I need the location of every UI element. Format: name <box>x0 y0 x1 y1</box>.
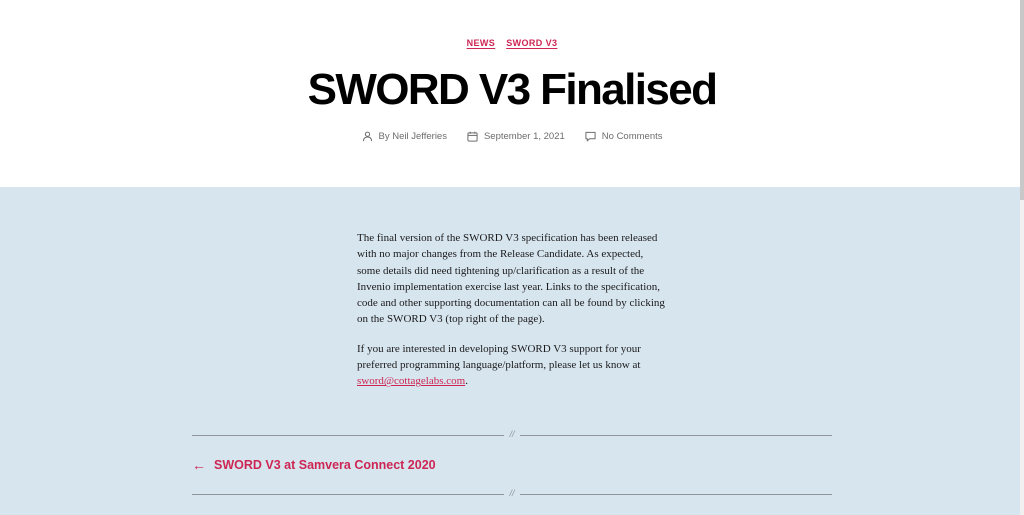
entry-header: NEWS SWORD V3 SWORD V3 Finalised By Neil… <box>0 0 1024 187</box>
separator-line-right <box>520 494 832 495</box>
category-news-link[interactable]: NEWS <box>467 38 496 48</box>
entry-content-area: The final version of the SWORD V3 specif… <box>0 187 1020 515</box>
separator-line-right <box>520 435 832 436</box>
separator-top: // <box>192 429 832 440</box>
body-paragraph-2-end: . <box>465 375 468 388</box>
page-title: SWORD V3 Finalised <box>307 65 718 114</box>
email-link[interactable]: sword@cottagelabs.com <box>357 375 465 387</box>
category-sword-v3-link[interactable]: SWORD V3 <box>506 38 557 48</box>
previous-post-title: SWORD V3 at Samvera Connect 2020 <box>214 458 436 472</box>
separator-slashes: // <box>509 488 515 498</box>
calendar-icon <box>467 131 478 142</box>
separator-line-left <box>192 435 504 436</box>
post-body: The final version of the SWORD V3 specif… <box>357 230 669 403</box>
post-author: By Neil Jefferies <box>362 131 447 142</box>
comment-icon <box>585 131 596 142</box>
body-paragraph-2-text: If you are interested in developing SWOR… <box>357 342 641 372</box>
scrollbar[interactable] <box>1020 0 1024 515</box>
comments-link[interactable]: No Comments <box>602 131 663 142</box>
date-link[interactable]: September 1, 2021 <box>484 131 565 142</box>
post-comments: No Comments <box>585 131 663 142</box>
scrollbar-thumb[interactable] <box>1020 0 1024 200</box>
category-list: NEWS SWORD V3 <box>0 38 1024 48</box>
body-paragraph-1: The final version of the SWORD V3 specif… <box>357 232 665 326</box>
separator-bottom: // <box>192 488 832 499</box>
user-icon <box>362 131 372 142</box>
arrow-left-icon: ← <box>192 457 206 473</box>
body-paragraph-2: If you are interested in developing SWOR… <box>357 341 669 390</box>
separator-line-left <box>192 494 504 495</box>
previous-post-link[interactable]: ← SWORD V3 at Samvera Connect 2020 <box>192 457 436 473</box>
separator-slashes: // <box>509 429 515 439</box>
post-meta: By Neil Jefferies September 1, 2021 No C… <box>0 131 1024 142</box>
author-link[interactable]: By Neil Jefferies <box>379 131 447 142</box>
post-date: September 1, 2021 <box>467 131 565 142</box>
